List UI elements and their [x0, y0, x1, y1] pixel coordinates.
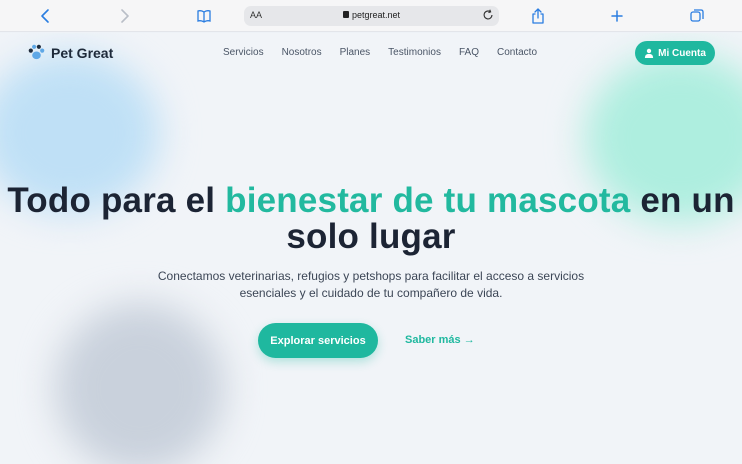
new-tab-icon[interactable]	[606, 5, 628, 27]
account-label: Mi Cuenta	[658, 47, 706, 59]
user-icon	[644, 48, 654, 58]
brand-logo[interactable]: Pet Great	[27, 43, 113, 62]
hero-title-accent: bienestar de tu mascota	[225, 181, 631, 220]
account-button[interactable]: Mi Cuenta	[635, 41, 715, 65]
menu-item-nosotros[interactable]: Nosotros	[282, 47, 322, 58]
menu-item-planes[interactable]: Planes	[340, 47, 371, 58]
share-icon[interactable]	[527, 5, 549, 27]
menu-item-servicios[interactable]: Servicios	[223, 47, 264, 58]
hero-title-part1: Todo para el	[7, 181, 226, 220]
decorative-blob-grey	[55, 303, 225, 464]
menu-item-contacto[interactable]: Contacto	[497, 47, 537, 58]
address-bar[interactable]: AA petgreat.net	[244, 6, 499, 26]
menu-item-faq[interactable]: FAQ	[459, 47, 479, 58]
menu-item-testimonios[interactable]: Testimonios	[388, 47, 441, 58]
hero-title: Todo para el bienestar de tu mascota en …	[0, 183, 742, 255]
hero-subtitle: Conectamos veterinarias, refugios y pets…	[157, 269, 585, 300]
learn-more-link[interactable]: Saber más →	[405, 334, 475, 346]
brand-name: Pet Great	[51, 44, 114, 61]
main-menu: Servicios Nosotros Planes Testimonios FA…	[223, 47, 555, 58]
lock-icon	[342, 11, 349, 18]
paw-icon	[28, 44, 45, 60]
reload-icon[interactable]	[481, 8, 495, 22]
explore-services-button[interactable]: Explorar servicios	[258, 323, 378, 358]
back-icon[interactable]	[35, 5, 57, 27]
bookmarks-icon[interactable]	[193, 5, 215, 27]
browser-toolbar: AA petgreat.net	[0, 0, 742, 32]
site-navbar: Pet Great Servicios Nosotros Planes Test…	[0, 33, 742, 73]
web-page: Pet Great Servicios Nosotros Planes Test…	[0, 33, 742, 464]
forward-icon[interactable]	[113, 5, 135, 27]
tabs-overview-icon[interactable]	[686, 5, 708, 27]
url-text: petgreat.net	[351, 10, 401, 20]
